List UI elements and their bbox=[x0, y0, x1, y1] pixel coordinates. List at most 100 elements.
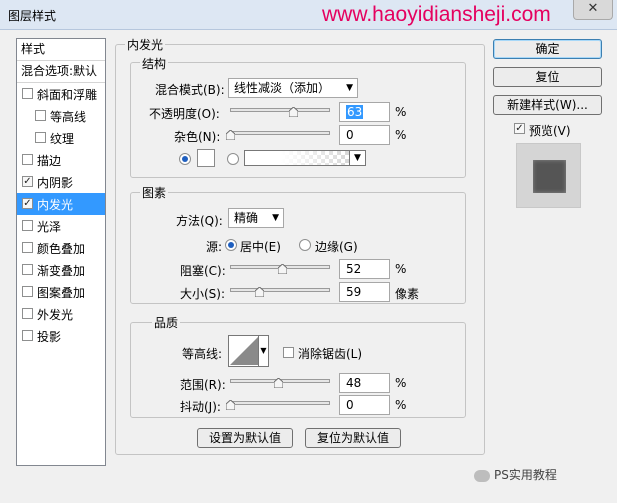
method-select[interactable]: 精确 ▼ bbox=[228, 208, 284, 228]
contour-preview-icon bbox=[230, 337, 258, 365]
source-edge-radio[interactable] bbox=[299, 239, 311, 251]
style-item[interactable]: 投影 bbox=[17, 325, 105, 347]
gradient-radio[interactable] bbox=[227, 153, 239, 165]
choke-label: 阻塞(C): bbox=[180, 264, 226, 278]
slider-track bbox=[230, 401, 330, 405]
antialias-checkbox[interactable] bbox=[283, 347, 294, 358]
close-button[interactable]: ✕ bbox=[573, 0, 613, 20]
style-item[interactable]: 斜面和浮雕 bbox=[17, 83, 105, 105]
preview-checkbox[interactable]: ✓ bbox=[514, 123, 525, 134]
structure-title: 结构 bbox=[140, 55, 169, 72]
style-item[interactable]: 等高线 bbox=[17, 105, 105, 127]
style-item-label: 外发光 bbox=[37, 308, 74, 322]
style-item-checkbox[interactable] bbox=[35, 132, 46, 143]
range-unit: % bbox=[395, 376, 407, 390]
noise-slider[interactable] bbox=[226, 126, 330, 142]
style-item[interactable]: 渐变叠加 bbox=[17, 259, 105, 281]
slider-thumb-icon[interactable] bbox=[274, 378, 283, 388]
style-item[interactable]: 外发光 bbox=[17, 303, 105, 325]
make-default-button[interactable]: 设置为默认值 bbox=[197, 428, 293, 448]
solid-color-radio[interactable] bbox=[179, 153, 191, 165]
style-item[interactable]: 光泽 bbox=[17, 215, 105, 237]
style-item[interactable]: 描边 bbox=[17, 149, 105, 171]
style-item-checkbox[interactable] bbox=[22, 264, 33, 275]
slider-thumb-icon[interactable] bbox=[226, 400, 235, 410]
slider-track bbox=[230, 288, 330, 292]
style-item[interactable]: 颜色叠加 bbox=[17, 237, 105, 259]
opacity-unit: % bbox=[395, 105, 407, 119]
blend-mode-value: 线性减淡（添加） bbox=[234, 81, 331, 95]
contour-dropdown-icon[interactable]: ▼ bbox=[258, 336, 268, 366]
preview-square bbox=[533, 160, 566, 193]
jitter-slider[interactable] bbox=[226, 396, 330, 412]
style-item-checkbox[interactable] bbox=[22, 154, 33, 165]
style-item-label: 斜面和浮雕 bbox=[37, 88, 98, 102]
jitter-label: 抖动(J): bbox=[180, 400, 221, 414]
noise-input[interactable]: 0 bbox=[339, 125, 390, 145]
ok-button[interactable]: 确定 bbox=[493, 39, 602, 59]
glow-color-swatch[interactable] bbox=[197, 149, 215, 167]
wechat-icon bbox=[474, 469, 490, 482]
source-edge-label: 边缘(G) bbox=[315, 240, 358, 254]
choke-slider[interactable] bbox=[230, 260, 330, 276]
dropdown-arrow-icon: ▼ bbox=[346, 83, 353, 93]
style-item-label: 颜色叠加 bbox=[37, 242, 86, 256]
preview-label: 预览(V) bbox=[529, 124, 571, 138]
opacity-slider[interactable] bbox=[230, 103, 330, 119]
style-item[interactable]: ✓ 内阴影 bbox=[17, 171, 105, 193]
style-item-checkbox[interactable] bbox=[22, 220, 33, 231]
style-item-label: 图案叠加 bbox=[37, 286, 86, 300]
new-style-button[interactable]: 新建样式(W)... bbox=[493, 95, 602, 115]
style-item-label: 描边 bbox=[37, 154, 62, 168]
style-item-checkbox[interactable]: ✓ bbox=[22, 176, 33, 187]
elements-title: 图素 bbox=[140, 184, 169, 201]
preview-thumbnail bbox=[516, 143, 581, 208]
style-item-checkbox[interactable] bbox=[35, 110, 46, 121]
reset-button[interactable]: 复位 bbox=[493, 67, 602, 87]
style-item[interactable]: ✓ 内发光 bbox=[17, 193, 105, 215]
range-input[interactable]: 48 bbox=[339, 373, 390, 393]
source-center-label: 居中(E) bbox=[240, 240, 281, 254]
choke-input[interactable]: 52 bbox=[339, 259, 390, 279]
dropdown-arrow-icon: ▼ bbox=[272, 213, 279, 223]
slider-thumb-icon[interactable] bbox=[278, 264, 287, 274]
slider-track bbox=[230, 131, 330, 135]
style-item-checkbox[interactable] bbox=[22, 308, 33, 319]
jitter-input[interactable]: 0 bbox=[339, 395, 390, 415]
style-item-checkbox[interactable] bbox=[22, 242, 33, 253]
gradient-swatch[interactable]: ▼ bbox=[244, 150, 366, 166]
source-center-radio[interactable] bbox=[225, 239, 237, 251]
footer-watermark: PS实用教程 bbox=[474, 466, 557, 483]
gradient-dropdown-icon[interactable]: ▼ bbox=[349, 150, 366, 166]
opacity-input[interactable]: 63 bbox=[339, 102, 390, 122]
size-slider[interactable] bbox=[230, 283, 330, 299]
style-item-checkbox[interactable] bbox=[22, 286, 33, 297]
styles-header[interactable]: 样式 bbox=[17, 39, 105, 61]
slider-thumb-icon[interactable] bbox=[289, 107, 298, 117]
slider-track bbox=[230, 108, 330, 112]
slider-thumb-icon[interactable] bbox=[255, 287, 264, 297]
noise-unit: % bbox=[395, 128, 407, 142]
blend-mode-select[interactable]: 线性减淡（添加） ▼ bbox=[228, 78, 358, 98]
quality-title: 品质 bbox=[152, 314, 181, 331]
footer-watermark-text: PS实用教程 bbox=[494, 468, 557, 482]
reset-default-button[interactable]: 复位为默认值 bbox=[305, 428, 401, 448]
range-slider[interactable] bbox=[230, 374, 330, 390]
style-item[interactable]: 纹理 bbox=[17, 127, 105, 149]
blend-mode-label: 混合模式(B): bbox=[155, 83, 225, 97]
size-input[interactable]: 59 bbox=[339, 282, 390, 302]
blend-options-item[interactable]: 混合选项:默认 bbox=[17, 61, 105, 83]
style-item-label: 内发光 bbox=[37, 198, 74, 212]
style-item[interactable]: 图案叠加 bbox=[17, 281, 105, 303]
style-item-checkbox[interactable] bbox=[22, 330, 33, 341]
choke-unit: % bbox=[395, 262, 407, 276]
method-value: 精确 bbox=[234, 211, 259, 225]
style-item-label: 内阴影 bbox=[37, 176, 74, 190]
style-item-checkbox[interactable] bbox=[22, 88, 33, 99]
inner-glow-title: 内发光 bbox=[125, 36, 166, 53]
slider-thumb-icon[interactable] bbox=[226, 130, 235, 140]
opacity-label: 不透明度(O): bbox=[149, 107, 220, 121]
opacity-value: 63 bbox=[346, 105, 364, 119]
style-item-checkbox[interactable]: ✓ bbox=[22, 198, 33, 209]
contour-picker[interactable]: ▼ bbox=[228, 335, 269, 367]
